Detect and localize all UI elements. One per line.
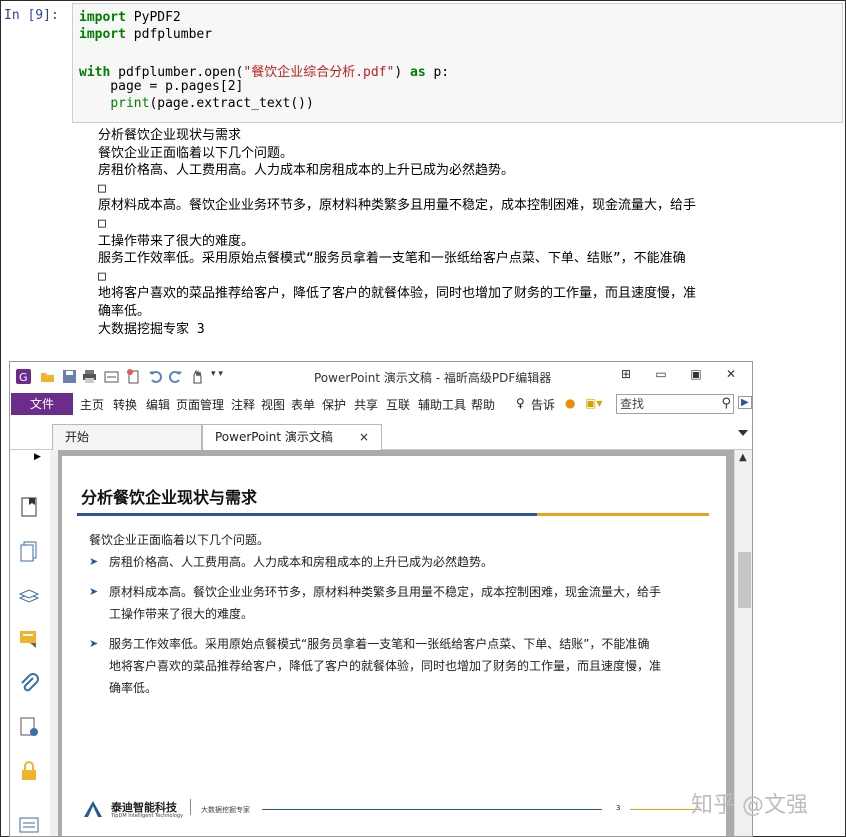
feedback-icon[interactable]: ●: [565, 396, 575, 410]
output-line: □: [98, 180, 106, 196]
menu-share[interactable]: 共享: [354, 396, 378, 413]
content-panel-icon[interactable]: [18, 814, 40, 836]
menu-help[interactable]: 帮助: [471, 396, 495, 413]
hand-tool-icon[interactable]: [190, 369, 205, 384]
menu-protect[interactable]: 保护: [322, 396, 346, 413]
print-icon[interactable]: [82, 369, 97, 384]
output-line: □: [98, 268, 106, 284]
scan-icon[interactable]: [104, 369, 119, 384]
comments-icon[interactable]: [18, 628, 40, 650]
bullet-arrow-icon: ➤: [89, 555, 99, 568]
tab-bar: 开始 PowerPoint 演示文稿 ×: [10, 416, 752, 450]
close-button[interactable]: ✕: [722, 367, 740, 381]
company-logo-icon: [84, 801, 102, 817]
maximize-button[interactable]: ▣: [687, 367, 705, 381]
cell-output: 分析餐饮企业现状与需求 餐饮企业正面临着以下几个问题。 房租价格高、人工费用高。…: [98, 127, 828, 338]
minimize-button[interactable]: ▭: [652, 367, 670, 381]
pages-icon[interactable]: [18, 540, 40, 562]
tab-list-dropdown-icon[interactable]: [738, 430, 748, 436]
output-line: 分析餐饮企业现状与需求: [98, 128, 242, 143]
find-options-icon[interactable]: ▣▾: [585, 396, 602, 410]
title-bar: G ▾ ▾ PowerPoint 演示文稿 - 福昕高级PDF编辑器 ⊞ ▭ ▣…: [10, 362, 752, 392]
code-line: print(page.extract_text()): [110, 96, 314, 111]
code-cell[interactable]: import PyPDF2 import pdfplumber with pdf…: [72, 3, 843, 123]
bookmark-icon[interactable]: [18, 496, 40, 518]
slide-bullet: ➤ 原材料成本高。餐饮企业业务环节多，原材料种类繁多且用量不稳定，成本控制困难，…: [89, 581, 689, 625]
open-folder-icon[interactable]: [40, 369, 55, 384]
slide-bullet: ➤ 房租价格高、人工费用高。人力成本和房租成本的上升已成为必然趋势。: [89, 551, 689, 573]
foxit-window: G ▾ ▾ PowerPoint 演示文稿 - 福昕高级PDF编辑器 ⊞ ▭ ▣…: [9, 361, 753, 837]
title-rule-orange: [537, 513, 709, 516]
cell-prompt: In [9]:: [4, 8, 59, 23]
tab-start[interactable]: 开始: [52, 424, 202, 450]
footer-rule-orange: [630, 809, 700, 810]
output-line: 房租价格高、人工费用高。人力成本和房租成本的上升已成为必然趋势。: [98, 163, 515, 179]
menu-edit[interactable]: 编辑: [146, 396, 170, 413]
tell-me-icon[interactable]: ♀: [516, 396, 525, 410]
panel-expand-arrow-icon[interactable]: ▶: [34, 452, 41, 462]
menu-accessibility[interactable]: 辅助工具: [418, 396, 466, 413]
vertical-scrollbar[interactable]: ▲: [734, 450, 752, 836]
menu-home[interactable]: 主页: [80, 396, 104, 413]
footer-rule-blue: [262, 809, 602, 810]
output-line: 确率低。: [98, 303, 151, 319]
security-lock-icon[interactable]: [18, 760, 40, 782]
window-title: PowerPoint 演示文稿 - 福昕高级PDF编辑器: [314, 371, 552, 385]
slide-intro: 餐饮企业正面临着以下几个问题。: [89, 533, 270, 547]
code-line: import pdfplumber: [79, 27, 213, 42]
bullet-arrow-icon: ➤: [89, 585, 99, 598]
menu-file[interactable]: 文件: [11, 393, 73, 415]
menu-view[interactable]: 视图: [261, 396, 285, 413]
output-line: □: [98, 215, 106, 231]
attachment-icon[interactable]: [18, 672, 40, 694]
output-line: 餐饮企业正面临着以下几个问题。: [98, 145, 294, 161]
code-line: page = p.pages[2]: [79, 79, 244, 94]
slide-title: 分析餐饮企业现状与需求: [81, 488, 258, 507]
output-line: 原材料成本高。餐饮企业业务环节多，原材料种类繁多且用量不稳定，成本控制困难，现金…: [98, 198, 697, 214]
scrollbar-thumb[interactable]: [738, 552, 751, 608]
search-input[interactable]: 查找 ⚲: [616, 394, 734, 414]
customize-dropdown-icon[interactable]: ▾ ▾: [208, 369, 226, 379]
layers-icon[interactable]: [18, 584, 40, 606]
watermark: 知乎 @文强: [691, 793, 808, 818]
footer-subtitle: 大数据挖掘专家: [201, 806, 250, 814]
footer-company-en: TipDM Intelligent Technology: [111, 813, 184, 819]
slide-bullet: ➤ 服务工作效率低。采用原始点餐模式“服务员拿着一支笔和一张纸给客户点菜、下单、…: [89, 633, 689, 699]
menu-tell-me[interactable]: 告诉: [531, 396, 555, 413]
output-line: 服务工作效率低。采用原始点餐模式“服务员拿着一支笔和一张纸给客户点菜、下单、结账…: [98, 251, 686, 267]
title-rule-blue: [77, 513, 537, 516]
pdf-page: 分析餐饮企业现状与需求 餐饮企业正面临着以下几个问题。 ➤ 房租价格高、人工费用…: [62, 456, 726, 836]
svg-text:G: G: [19, 371, 28, 384]
footer-separator: [190, 799, 191, 815]
menu-connect[interactable]: 互联: [386, 396, 410, 413]
menu-organize[interactable]: 页面管理: [176, 396, 224, 413]
search-next-arrow-icon[interactable]: ▶: [738, 396, 752, 409]
menu-form[interactable]: 表单: [291, 396, 315, 413]
signature-icon[interactable]: [18, 716, 40, 738]
save-icon[interactable]: [62, 369, 77, 384]
bullet-arrow-icon: ➤: [89, 637, 99, 650]
ribbon-toggle-icon[interactable]: ⊞: [617, 367, 635, 381]
code-line: import PyPDF2: [79, 10, 181, 25]
left-panel: ▶: [10, 450, 50, 836]
page-number: 3: [616, 804, 621, 812]
code-line: with pdfplumber.open("餐饮企业综合分析.pdf") as …: [79, 65, 450, 80]
output-line: 工操作带来了很大的难度。: [98, 233, 255, 249]
menu-convert[interactable]: 转换: [113, 396, 137, 413]
menu-comment[interactable]: 注释: [231, 396, 255, 413]
search-icon[interactable]: ⚲: [721, 395, 731, 413]
output-line: 地将客户喜欢的菜品推荐给客户，降低了客户的就餐体验，同时也增加了财务的工作量，而…: [98, 286, 697, 302]
panel-splitter[interactable]: [50, 450, 58, 836]
redo-icon[interactable]: [168, 369, 183, 384]
menu-bar: 文件 主页 转换 编辑 页面管理 注释 视图 表单 保护 共享 互联 辅助工具 …: [10, 392, 752, 416]
scroll-up-icon[interactable]: ▲: [739, 452, 747, 463]
output-line: 大数据挖掘专家 3: [98, 321, 205, 337]
tab-document[interactable]: PowerPoint 演示文稿 ×: [202, 424, 382, 450]
undo-icon[interactable]: [148, 369, 163, 384]
tab-close-icon[interactable]: ×: [359, 425, 369, 449]
foxit-logo-icon: G: [16, 369, 31, 384]
new-icon[interactable]: [126, 369, 141, 384]
document-viewport[interactable]: 分析餐饮企业现状与需求 餐饮企业正面临着以下几个问题。 ➤ 房租价格高、人工费用…: [58, 450, 734, 836]
